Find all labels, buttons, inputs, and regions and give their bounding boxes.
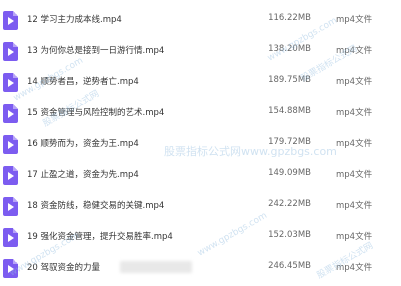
file-row[interactable]: 12 学习主力成本线.mp4 116.22MB mp4文件: [0, 7, 401, 38]
file-size: 246.45MB: [268, 261, 311, 271]
file-type: mp4文件: [336, 108, 373, 118]
file-name: 19 强化资金管理，提升交易胜率.mp4: [27, 232, 173, 242]
file-name: 18 资金防线，稳健交易的关键.mp4: [27, 201, 165, 211]
video-file-icon: [3, 11, 18, 30]
file-row[interactable]: 14 顺势者昌，逆势者亡.mp4 189.75MB mp4文件: [0, 69, 401, 100]
video-file-icon: [3, 197, 18, 216]
file-name: 17 止盈之道，资金为先.mp4: [27, 170, 139, 180]
file-size: 242.22MB: [268, 199, 311, 209]
video-file-icon: [3, 104, 18, 123]
file-name: 12 学习主力成本线.mp4: [27, 15, 122, 25]
file-name: 16 顺势而为，资金为王.mp4: [27, 139, 139, 149]
file-type: mp4文件: [336, 170, 373, 180]
file-row[interactable]: 20 驾驭资金的力量 246.45MB mp4文件: [0, 255, 401, 286]
file-type: mp4文件: [336, 263, 373, 273]
video-file-icon: [3, 259, 18, 278]
file-name: 13 为何你总是接到一日游行情.mp4: [27, 46, 165, 56]
file-row[interactable]: 18 资金防线，稳健交易的关键.mp4 242.22MB mp4文件: [0, 193, 401, 224]
file-type: mp4文件: [336, 232, 373, 242]
file-type: mp4文件: [336, 15, 373, 25]
video-file-icon: [3, 73, 18, 92]
file-name: 20 驾驭资金的力量: [27, 263, 101, 273]
file-row[interactable]: 19 强化资金管理，提升交易胜率.mp4 152.03MB mp4文件: [0, 224, 401, 255]
video-file-icon: [3, 228, 18, 247]
file-size: 149.09MB: [268, 168, 311, 178]
watermark-smudge: [120, 261, 192, 273]
file-size: 138.20MB: [268, 44, 311, 54]
file-size: 154.88MB: [268, 106, 311, 116]
file-name: 14 顺势者昌，逆势者亡.mp4: [27, 77, 139, 87]
file-type: mp4文件: [336, 46, 373, 56]
file-row[interactable]: 13 为何你总是接到一日游行情.mp4 138.20MB mp4文件: [0, 38, 401, 69]
file-row[interactable]: 15 资金管理与风险控制的艺术.mp4 154.88MB mp4文件: [0, 100, 401, 131]
file-type: mp4文件: [336, 77, 373, 87]
video-file-icon: [3, 42, 18, 61]
file-list: 12 学习主力成本线.mp4 116.22MB mp4文件 13 为何你总是接到…: [0, 0, 401, 278]
file-type: mp4文件: [336, 139, 373, 149]
video-file-icon: [3, 135, 18, 154]
file-type: mp4文件: [336, 201, 373, 211]
file-row[interactable]: 17 止盈之道，资金为先.mp4 149.09MB mp4文件: [0, 162, 401, 193]
file-size: 179.72MB: [268, 137, 311, 147]
video-file-icon: [3, 166, 18, 185]
file-size: 152.03MB: [268, 230, 311, 240]
file-size: 189.75MB: [268, 75, 311, 85]
file-name: 15 资金管理与风险控制的艺术.mp4: [27, 108, 165, 118]
file-size: 116.22MB: [268, 13, 311, 23]
file-row[interactable]: 16 顺势而为，资金为王.mp4 179.72MB mp4文件: [0, 131, 401, 162]
